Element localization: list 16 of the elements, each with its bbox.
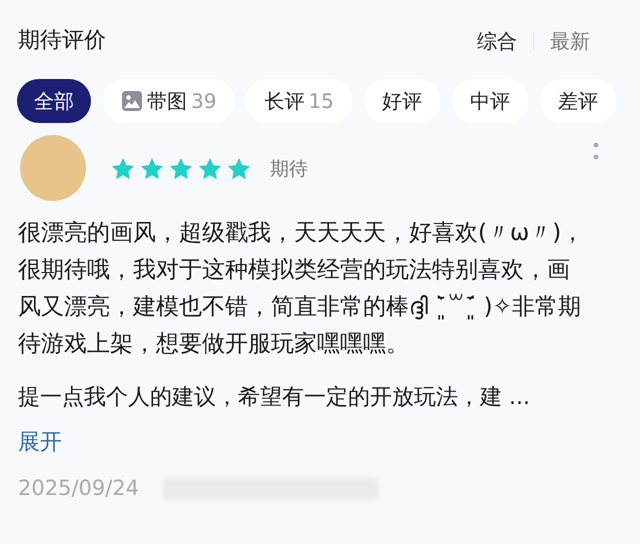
section-title: 期待评价 — [18, 27, 106, 55]
image-icon — [121, 90, 143, 112]
filter-tab[interactable]: 中评 — [452, 79, 528, 123]
review-text: 很漂亮的画风，超级戳我，天天天天，好喜欢(〃ω〃)，很期待哦，我对于这种模拟类经营的玩法特别喜欢，画风又漂亮，建模也不错，简直非常的棒ദ്ദി ˉ͈̀꒳ˉ͈́ )✧非常期待游戏上架，想要做开服玩家嘿嘿嘿。 — [18, 219, 586, 359]
sort-option[interactable]: 综合 — [477, 26, 517, 56]
filter-tab[interactable]: 好评 — [364, 79, 440, 123]
filter-tab[interactable]: 全部 — [17, 79, 91, 123]
filter-tab[interactable]: 差评 — [540, 79, 616, 123]
review-text: 提一点我个人的建议，希望有一定的开放玩法，建 ... — [18, 384, 531, 412]
filter-tab[interactable]: 带图 39 — [103, 79, 234, 123]
sort-option[interactable]: 最新 — [550, 26, 590, 56]
review-date: 2025/09/24 — [18, 475, 140, 502]
rating-tag: 期待 — [270, 155, 308, 184]
filter-tab[interactable]: 长评 15 — [246, 79, 352, 123]
more-icon[interactable] — [592, 141, 600, 161]
expand-link[interactable]: 展开 — [18, 426, 62, 459]
